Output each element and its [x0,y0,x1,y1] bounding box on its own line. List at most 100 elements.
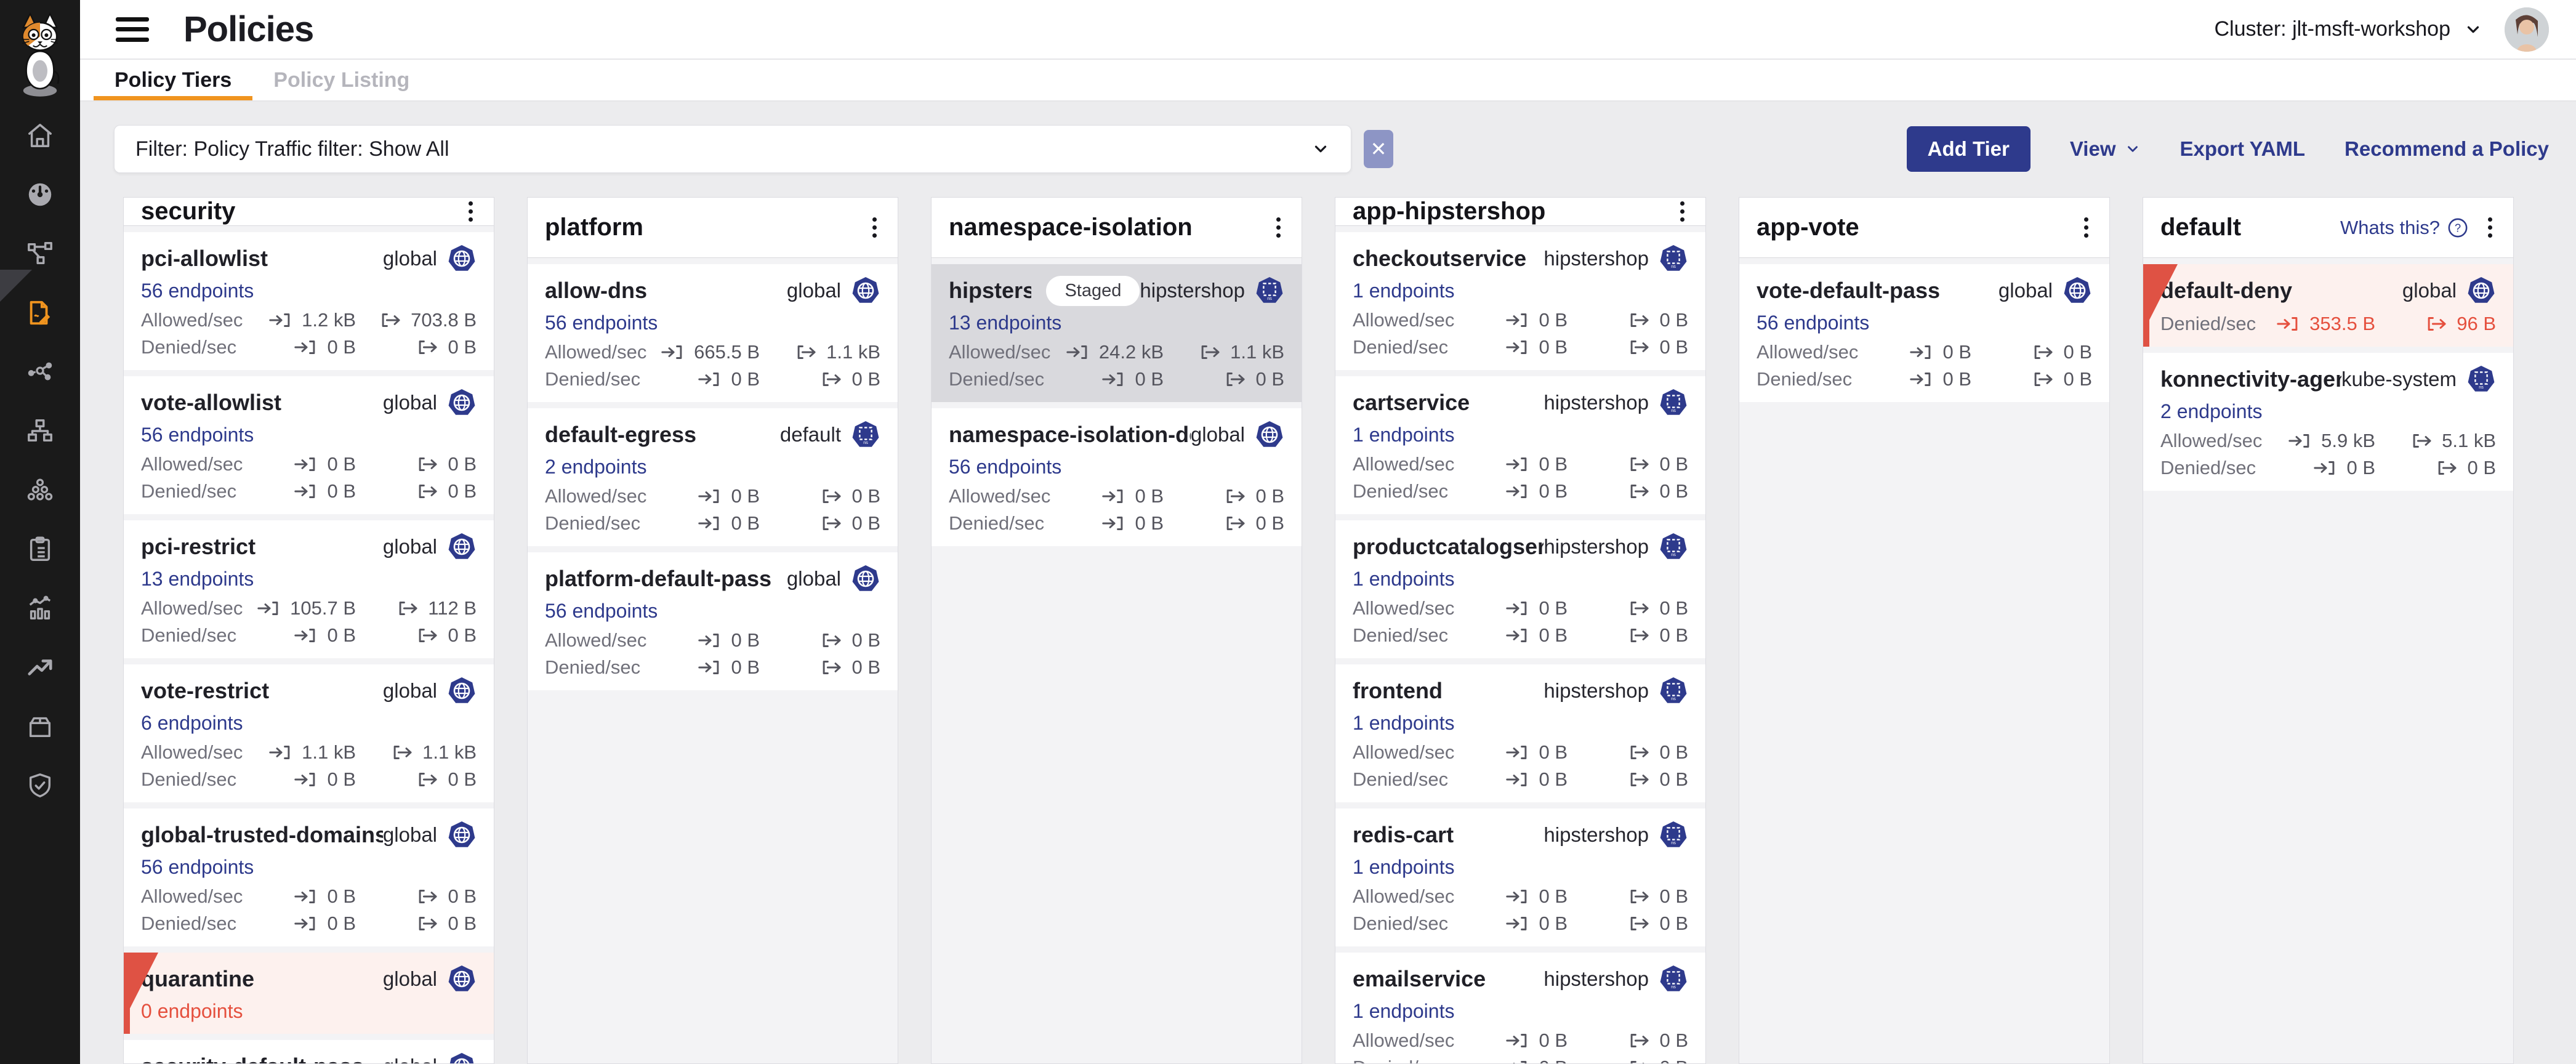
trending-up-icon[interactable] [26,653,54,682]
policy-card[interactable]: namespace-isolation-default-p… global 56… [932,408,1302,546]
stat-label: Allowed/sec [1353,742,1454,763]
endpoints-link[interactable]: 56 endpoints [141,424,477,445]
kebab-menu-icon[interactable] [1676,198,1688,225]
package-icon[interactable] [26,712,54,741]
kebab-menu-icon[interactable] [465,198,477,225]
network-nodes-icon[interactable] [26,358,54,386]
hamburger-menu-icon[interactable] [116,17,149,42]
ingress-value: 0 B [2346,457,2375,478]
policy-name: redis-cart [1353,822,1454,848]
policy-card[interactable]: pci-restrict global 13 endpoints Allowed… [124,520,494,658]
recommend-policy-button[interactable]: Recommend a Policy [2345,137,2549,161]
policy-card[interactable]: vote-allowlist global 56 endpoints Allow… [124,376,494,514]
endpoints-link[interactable]: 6 endpoints [141,712,477,733]
globe-icon [2063,276,2092,305]
endpoints-link[interactable]: 56 endpoints [141,856,477,877]
kebab-menu-icon[interactable] [2080,214,2092,241]
endpoints-link[interactable]: 0 endpoints [141,1001,477,1022]
policy-card[interactable]: pci-allowlist global 56 endpoints Allowe… [124,232,494,370]
stat-label: Denied/sec [1353,337,1448,358]
kebab-menu-icon[interactable] [869,214,880,241]
tab-policy-listing[interactable]: Policy Listing [252,60,430,100]
endpoints-link[interactable]: 56 endpoints [141,280,477,301]
tab-policy-tiers[interactable]: Policy Tiers [94,60,252,100]
policy-card[interactable]: default-egress default ns 2 endpoints Al… [528,408,898,546]
policy-card[interactable]: global-trusted-domains global 56 endpoin… [124,808,494,946]
dashboard-gauge-icon[interactable] [26,180,54,209]
kebab-menu-icon[interactable] [2484,214,2496,241]
service-graph-icon[interactable] [26,240,54,268]
home-icon[interactable] [26,121,54,150]
policy-card[interactable]: platform-default-pass global 56 endpoint… [528,552,898,690]
export-yaml-button[interactable]: Export YAML [2180,137,2306,161]
endpoints-link[interactable]: 2 endpoints [2160,401,2496,422]
policy-scope: global [383,679,437,703]
policy-card[interactable]: security-default-pass global [124,1040,494,1064]
svg-text:?: ? [2455,221,2461,234]
endpoints-link[interactable]: 2 endpoints [545,456,880,477]
endpoints-link[interactable]: 56 endpoints [545,312,880,333]
policy-card[interactable]: default-deny global Denied/sec353.5 B96 … [2143,264,2513,347]
egress-value: 1.1 kB [1230,342,1284,363]
endpoints-link[interactable]: 1 endpoints [1353,1001,1688,1022]
endpoints-cluster-icon[interactable] [26,476,54,504]
policy-card[interactable]: cartservice hipstershop ns 1 endpoints A… [1335,376,1705,514]
tier-name: security [141,198,235,225]
endpoints-link[interactable]: 1 endpoints [1353,424,1688,445]
egress-value: 0 B [1659,454,1688,475]
endpoints-link[interactable]: 1 endpoints [1353,568,1688,589]
policy-card[interactable]: vote-restrict global 6 endpoints Allowed… [124,664,494,802]
ingress-arrow-icon [1505,483,1531,500]
view-button[interactable]: View [2070,137,2141,161]
policy-card[interactable]: quarantine global 0 endpoints [124,953,494,1034]
policy-scope: hipstershop [1544,967,1649,991]
endpoints-link[interactable]: 1 endpoints [1353,280,1688,301]
whats-this-link[interactable]: Whats this? ? [2340,217,2468,239]
policy-card[interactable]: emailservice hipstershop ns 1 endpoints … [1335,953,1705,1064]
policy-card[interactable]: productcatalogservice hipstershop ns 1 e… [1335,520,1705,658]
traffic-stat-row: Allowed/sec0 B0 B [1353,1030,1688,1051]
policies-icon[interactable] [26,299,54,327]
cluster-selector[interactable]: Cluster: jlt-msft-workshop [2214,17,2482,41]
policy-scope: kube-system [2341,368,2457,391]
endpoints-link[interactable]: 56 endpoints [1757,312,2092,333]
stats-chart-icon[interactable] [26,594,54,623]
calico-cat-logo[interactable] [10,10,70,100]
policy-card[interactable]: checkoutservice hipstershop ns 1 endpoin… [1335,232,1705,370]
policy-card[interactable]: redis-cart hipstershop ns 1 endpoints Al… [1335,808,1705,946]
kebab-menu-icon[interactable] [1273,214,1284,241]
endpoints-link[interactable]: 56 endpoints [545,600,880,621]
egress-value: 0 B [1659,742,1688,763]
tier-name: namespace-isolation [949,214,1193,241]
endpoints-link[interactable]: 13 endpoints [949,312,1284,333]
endpoints-link[interactable]: 13 endpoints [141,568,477,589]
shield-check-icon[interactable] [26,772,54,800]
svg-text:ns: ns [1671,264,1676,269]
policy-name: global-trusted-domains [141,822,383,848]
endpoints-link[interactable]: 56 endpoints [949,456,1284,477]
tier-header: app-hipstershop ? [1335,198,1705,226]
ingress-arrow-icon [257,600,283,617]
stat-label: Allowed/sec [545,342,646,363]
policy-card[interactable]: frontend hipstershop ns 1 endpoints Allo… [1335,664,1705,802]
policy-scope: global [383,1055,437,1064]
traffic-stat-row: Denied/sec0 B0 B [141,769,477,790]
policy-name: cartservice [1353,390,1470,416]
policy-card[interactable]: vote-default-pass global 56 endpoints Al… [1739,264,2109,402]
ingress-arrow-icon [1505,339,1531,356]
add-tier-button[interactable]: Add Tier [1907,126,2031,172]
ingress-value: 0 B [1942,369,1971,390]
user-avatar[interactable] [2505,7,2549,52]
ingress-arrow-icon [294,627,320,644]
clear-filter-button[interactable]: ✕ [1364,130,1393,168]
policy-card[interactable]: hipstershop-gh… Staged hipstershop ns 13… [932,264,1302,402]
tree-hierarchy-icon[interactable] [26,417,54,445]
egress-value: 0 B [448,337,477,358]
policy-card[interactable]: allow-dns global 56 endpoints Allowed/se… [528,264,898,402]
compliance-clipboard-icon[interactable] [26,535,54,563]
traffic-stat-row: Denied/sec0 B0 B [1353,769,1688,790]
policy-filter-dropdown[interactable]: Filter: Policy Traffic filter: Show All [114,125,1351,173]
endpoints-link[interactable]: 1 endpoints [1353,712,1688,733]
policy-card[interactable]: konnectivity-agent kube-system ns 2 endp… [2143,353,2513,491]
endpoints-link[interactable]: 1 endpoints [1353,856,1688,877]
